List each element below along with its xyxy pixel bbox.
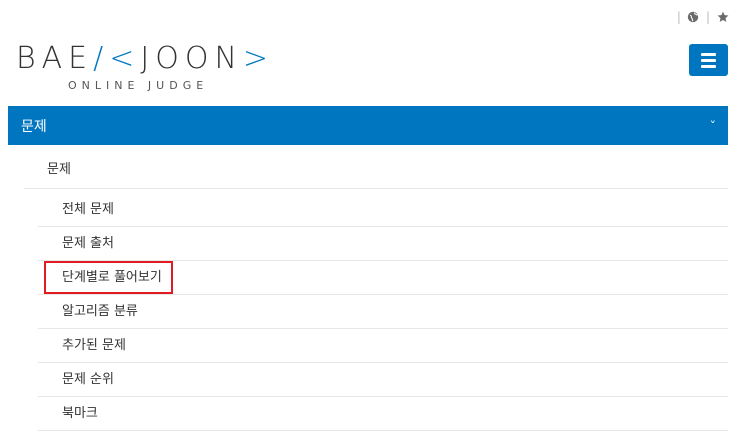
separator: |	[676, 10, 681, 24]
star-icon[interactable]	[716, 11, 729, 24]
nav-section-header[interactable]: 문제 ˅	[8, 106, 728, 145]
top-utility-bar: | |	[677, 9, 729, 25]
hamburger-menu-button[interactable]	[689, 44, 728, 76]
submenu-group: 문제	[24, 153, 728, 189]
submenu-item-algorithm-categories[interactable]: 알고리즘 분류	[38, 295, 728, 329]
submenu-item-problem-sources[interactable]: 문제 출처	[38, 227, 728, 261]
site-logo[interactable]: BAE/<JOON> ONLINE JUDGE	[16, 41, 275, 93]
logo-wordmark: BAE/<JOON>	[16, 41, 275, 76]
submenu-item-added-problems[interactable]: 추가된 문제	[38, 329, 728, 363]
hamburger-menu-icon	[701, 52, 716, 56]
logo-subtitle: ONLINE JUDGE	[68, 79, 209, 92]
nav-section-title: 문제	[21, 118, 47, 135]
submenu-item-step-by-step[interactable]: 단계별로 풀어보기	[38, 261, 728, 295]
submenu-item-all-problems[interactable]: 전체 문제	[38, 193, 728, 227]
submenu-item-bookmarks[interactable]: 북마크	[38, 397, 728, 431]
submenu-item-problem-ranking[interactable]: 문제 순위	[38, 363, 728, 397]
submenu-item-list: 전체 문제 문제 출처 단계별로 풀어보기 알고리즘 분류 추가된 문제 문제 …	[38, 193, 728, 431]
chevron-down-icon: ˅	[708, 119, 716, 132]
separator: |	[705, 10, 710, 24]
globe-icon[interactable]	[687, 11, 700, 24]
submenu-group-title[interactable]: 문제	[24, 153, 728, 189]
